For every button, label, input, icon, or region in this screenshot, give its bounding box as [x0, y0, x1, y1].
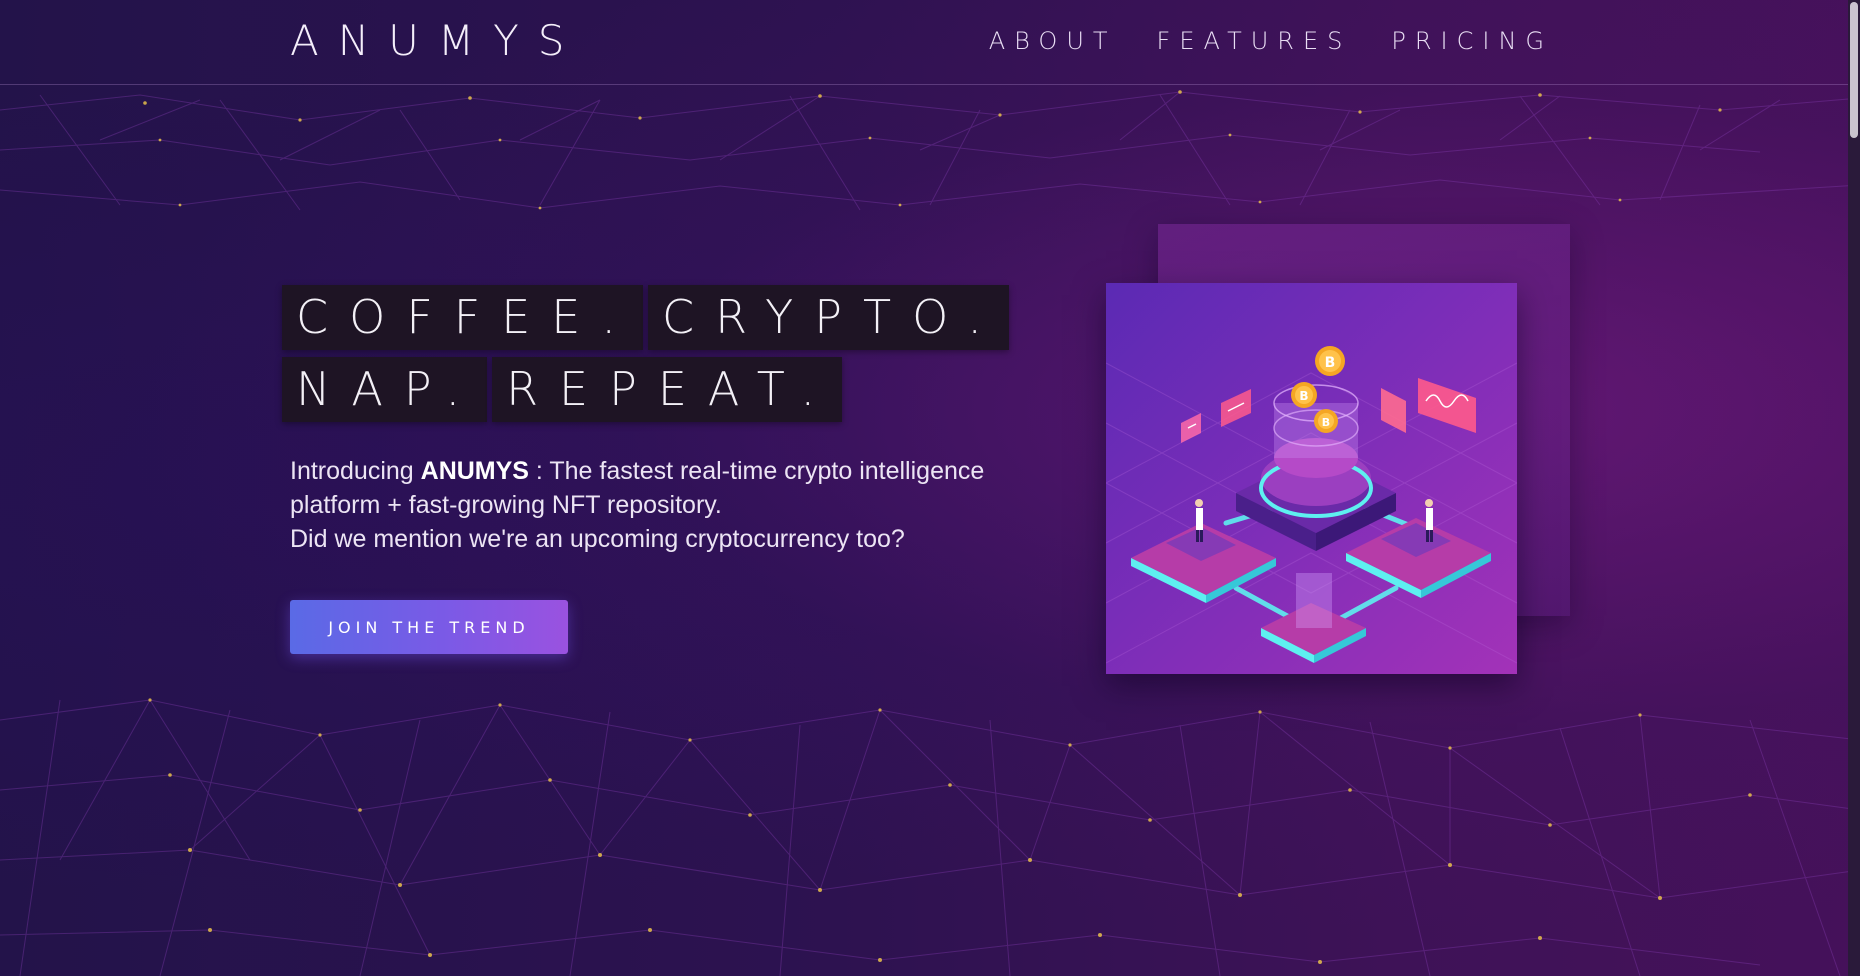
headline-word: CRYPTO. [648, 285, 1010, 350]
headline-row-1: COFFEE. CRYPTO. [282, 285, 1010, 350]
intro-line-3: Did we mention we're an upcoming cryptoc… [290, 525, 905, 553]
bottom-node [1261, 573, 1366, 663]
main-nav: ABOUT FEATURES PRICING [989, 25, 1553, 57]
headline-word: NAP. [282, 357, 488, 422]
svg-text:B: B [1322, 416, 1330, 429]
scrollbar-thumb[interactable] [1850, 2, 1858, 138]
intro-brand: ANUMYS [420, 457, 529, 485]
intro-prefix: Introducing [290, 457, 421, 485]
headline-word: COFFEE. [282, 285, 643, 350]
svg-text:B: B [1325, 355, 1336, 371]
svg-text:B: B [1299, 389, 1308, 403]
right-node [1346, 518, 1491, 598]
site-header: ANUMYS ABOUT FEATURES PRICING [0, 0, 1850, 85]
landing-page: ANUMYS ABOUT FEATURES PRICING COFFEE. CR… [0, 0, 1860, 976]
hero-illustration: B B B [1106, 283, 1517, 674]
page-scrollbar[interactable] [1848, 0, 1860, 976]
nav-features-link[interactable]: FEATURES [1157, 25, 1352, 57]
hero-intro: Introducing ANUMYS : The fastest real-ti… [290, 454, 1050, 556]
hero-headline: COFFEE. CRYPTO. NAP. REPEAT. [282, 285, 1010, 429]
headline-row-2: NAP. REPEAT. [282, 357, 1002, 422]
nav-about-link[interactable]: ABOUT [989, 25, 1117, 57]
logo[interactable]: ANUMYS [290, 15, 583, 67]
intro-line-2: platform + fast-growing NFT repository. [290, 491, 722, 519]
join-the-trend-button[interactable]: JOIN THE TREND [290, 600, 568, 654]
nav-pricing-link[interactable]: PRICING [1391, 25, 1553, 57]
isometric-blockchain-icon: B B B [1106, 346, 1517, 664]
headline-word: REPEAT. [492, 357, 843, 422]
intro-line1-rest: : The fastest real-time crypto intellige… [528, 457, 985, 485]
left-node [1131, 523, 1276, 603]
intro-line-1: Introducing ANUMYS : The fastest real-ti… [290, 454, 1050, 488]
